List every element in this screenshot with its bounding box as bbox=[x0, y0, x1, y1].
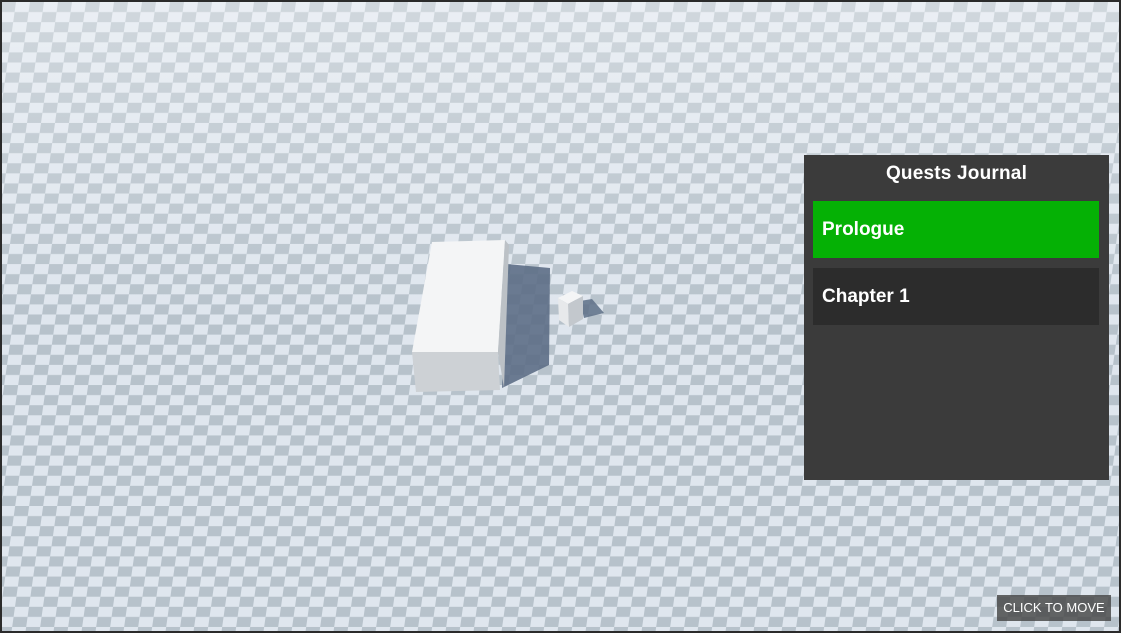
large-box-front bbox=[412, 352, 500, 392]
quest-journal-panel: Quests Journal Prologue Chapter 1 bbox=[804, 155, 1109, 480]
quest-item-prologue[interactable]: Prologue bbox=[813, 201, 1099, 258]
game-viewport[interactable]: Quests Journal Prologue Chapter 1 CLICK … bbox=[0, 0, 1121, 633]
quest-journal-title: Quests Journal bbox=[885, 163, 1028, 184]
click-to-move-hint: CLICK TO MOVE bbox=[997, 595, 1111, 621]
quest-item-chapter-1[interactable]: Chapter 1 bbox=[813, 268, 1099, 325]
